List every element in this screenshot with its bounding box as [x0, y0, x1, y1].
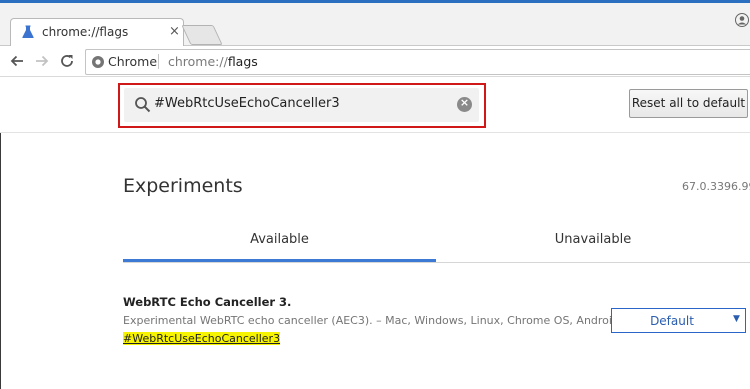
profile-icon[interactable] [735, 13, 749, 27]
omnibox-url[interactable]: chrome://flags [168, 54, 258, 69]
flask-icon [22, 25, 34, 38]
address-bar[interactable]: Chrome chrome://flags [85, 49, 750, 75]
browser-tab[interactable]: chrome://flags × [10, 18, 184, 47]
omnibox-chip: Chrome [108, 54, 158, 69]
tab-unavailable[interactable]: Unavailable [436, 222, 750, 262]
tabs-underline [123, 262, 750, 263]
chevron-down-icon: ▼ [733, 314, 740, 324]
new-tab-button[interactable] [181, 25, 223, 45]
tab-available[interactable]: Available [123, 222, 436, 262]
url-path: flags [227, 54, 258, 69]
experiment-state-select[interactable]: Default ▼ [611, 308, 746, 333]
reset-all-button[interactable]: Reset all to default [629, 89, 748, 118]
reload-icon[interactable] [57, 51, 77, 71]
chrome-info-icon [92, 56, 104, 68]
experiment-description: Experimental WebRTC echo canceller (AEC3… [123, 314, 619, 327]
tab-title: chrome://flags [42, 25, 129, 39]
version-label: 67.0.3396.99 [682, 180, 750, 193]
select-value: Default [650, 314, 694, 328]
tab-strip: chrome://flags × [0, 3, 750, 47]
experiment-name: WebRTC Echo Canceller 3. [123, 295, 292, 309]
highlight-annotation [118, 83, 486, 128]
experiment-permalink[interactable]: #WebRtcUseEchoCanceller3 [123, 332, 281, 345]
back-arrow-icon[interactable] [7, 51, 27, 71]
header-divider [0, 132, 750, 133]
browser-toolbar: Chrome chrome://flags [0, 46, 750, 77]
forward-arrow-icon[interactable] [32, 51, 52, 71]
tab-available-label: Available [250, 232, 309, 247]
omnibox-separator [158, 54, 159, 69]
url-scheme: chrome:// [168, 54, 228, 69]
tab-unavailable-label: Unavailable [554, 232, 632, 247]
page-title: Experiments [123, 175, 243, 197]
tab-close-icon[interactable]: × [169, 24, 180, 39]
